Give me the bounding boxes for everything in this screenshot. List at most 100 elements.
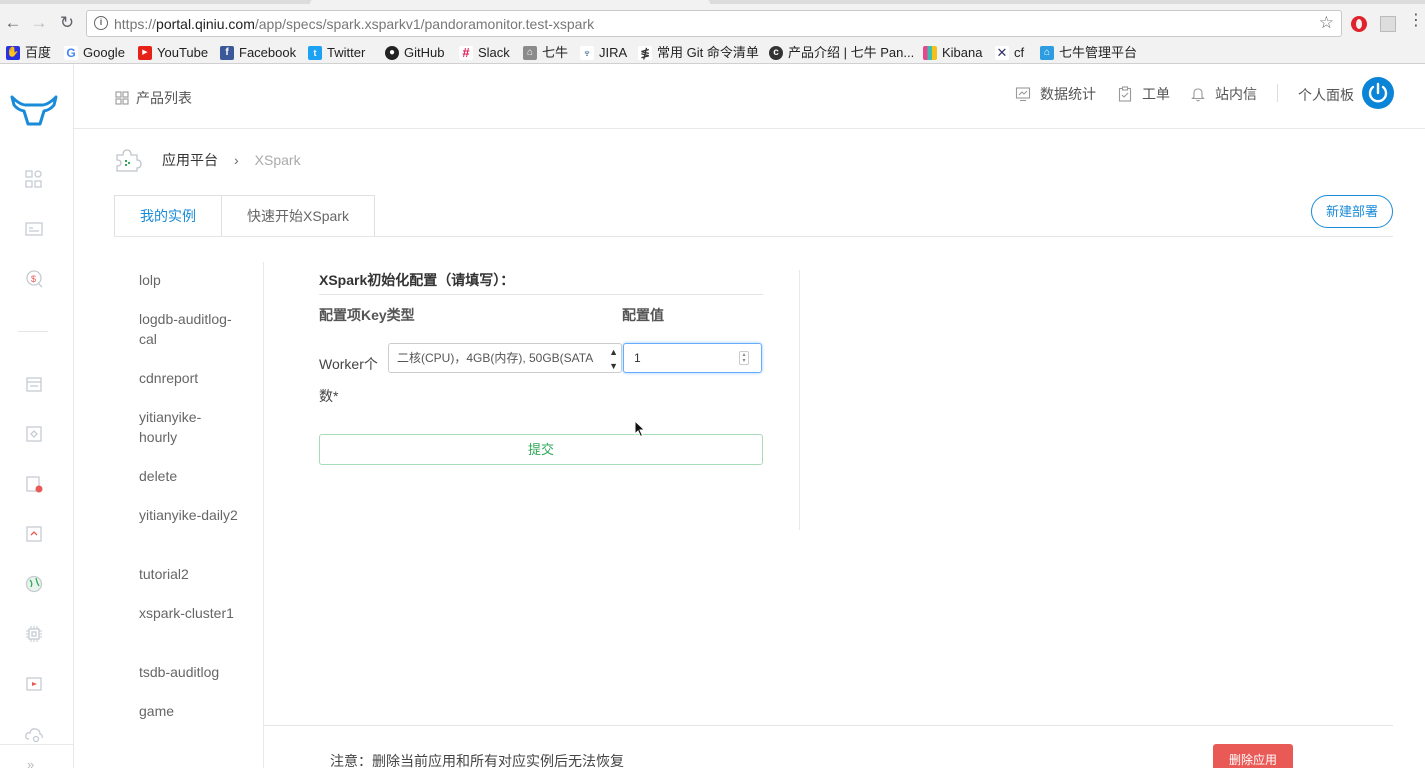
config-vertical-separator <box>799 270 800 530</box>
messages-link[interactable]: 站内信 <box>1190 84 1257 104</box>
expand-sidebar-icon[interactable]: » <box>27 757 34 768</box>
bookmark-facebook[interactable]: f Facebook <box>220 44 296 62</box>
qiniu-admin-icon: ⌂ <box>1040 46 1054 60</box>
bookmark-baidu[interactable]: ✋ 百度 <box>6 44 51 62</box>
data-stats-link[interactable]: 数据统计 <box>1015 84 1096 104</box>
qiniu-icon: ⌂ <box>523 46 537 60</box>
opera-extension-icon[interactable] <box>1351 16 1367 32</box>
tabs-divider <box>114 236 1393 237</box>
new-deploy-button[interactable]: 新建部署 <box>1311 195 1393 228</box>
config-title: XSpark初始化配置（请填写）： <box>319 272 515 288</box>
chip-icon[interactable] <box>24 624 44 644</box>
twitter-icon: t <box>308 46 322 60</box>
forward-icon[interactable]: → <box>28 12 50 34</box>
address-bar[interactable]: i https://portal.qiniu.com/app/specs/spa… <box>86 10 1342 37</box>
id-card-icon[interactable] <box>24 219 44 239</box>
stepper-icon[interactable]: ▴ ▾ <box>739 351 749 365</box>
list-item[interactable]: lolp <box>139 270 239 290</box>
google-icon: G <box>64 46 78 60</box>
breadcrumb-chevron-icon: › <box>234 152 239 168</box>
globe-icon[interactable] <box>24 574 44 594</box>
avatar[interactable] <box>1362 77 1394 109</box>
bookmark-jira[interactable]: ♆ JIRA <box>580 44 627 62</box>
facebook-icon: f <box>220 46 234 60</box>
list-item[interactable]: game <box>139 701 239 721</box>
browser-menu-icon[interactable]: ⋮ <box>1408 13 1424 29</box>
product-list-label: 产品列表 <box>136 90 192 106</box>
messages-label: 站内信 <box>1215 86 1257 102</box>
delete-notice: 注意：删除当前应用和所有对应实例后无法恢复 <box>330 753 624 768</box>
log-icon[interactable] <box>24 474 44 494</box>
ticket-label: 工单 <box>1142 86 1170 102</box>
bookmark-cf[interactable]: ✕ cf <box>995 44 1024 62</box>
top-header: 产品列表 数据统计 工单 站内信 个人面板 <box>74 65 1425 129</box>
power-icon <box>1368 82 1388 103</box>
bookmark-github[interactable]: ● GitHub <box>385 44 444 62</box>
bookmarks-bar: ✋ 百度 G Google ▶ YouTube f Facebook t Twitter … <box>0 42 1425 64</box>
puzzle-icon <box>116 149 142 172</box>
video-icon[interactable] <box>24 674 44 694</box>
config-divider <box>319 294 763 295</box>
processing-icon[interactable] <box>24 424 44 444</box>
personal-panel-label: 个人面板 <box>1298 87 1354 103</box>
qiniu-logo-icon[interactable] <box>10 93 58 127</box>
reload-icon[interactable]: ↻ <box>56 12 78 34</box>
list-item[interactable]: yitianyike-daily2 <box>139 505 239 525</box>
select-arrows-icon: ▲ ▼ <box>609 347 618 371</box>
billing-icon[interactable]: $ <box>24 269 44 289</box>
back-icon[interactable]: ← <box>2 12 24 34</box>
storage-icon[interactable] <box>24 374 44 394</box>
cloud-settings-icon[interactable] <box>24 724 44 744</box>
list-item[interactable]: cdnreport <box>139 368 239 388</box>
header-separator <box>1277 84 1278 102</box>
submit-button[interactable]: 提交 <box>319 434 763 465</box>
column-header-value: 配置值 <box>622 307 664 323</box>
breadcrumb: 应用平台 › XSpark <box>114 148 301 172</box>
bottom-divider <box>264 725 1393 726</box>
list-item[interactable]: tsdb-auditlog <box>139 662 239 682</box>
worker-count-label: Worker个数* <box>319 356 378 404</box>
kibana-icon <box>923 46 937 60</box>
data-stats-label: 数据统计 <box>1040 86 1096 102</box>
breadcrumb-xspark: XSpark <box>254 152 301 168</box>
mouse-cursor-icon <box>634 420 646 438</box>
list-item[interactable]: logdb-auditlog-cal <box>139 309 239 349</box>
bookmark-qiniu-admin[interactable]: ⌂ 七牛管理平台 <box>1040 44 1137 62</box>
site-info-icon[interactable]: i <box>94 16 108 30</box>
git-icon: ≸ <box>638 46 652 60</box>
personal-panel-link[interactable]: 个人面板 <box>1298 85 1354 105</box>
tab-quick-start[interactable]: 快速开始XSpark <box>221 195 375 237</box>
list-item[interactable]: delete <box>139 466 239 486</box>
bell-icon <box>1191 88 1205 102</box>
reader-extension-icon[interactable] <box>1380 16 1396 32</box>
list-item[interactable]: yitianyike-hourly <box>139 407 239 447</box>
bookmark-git-cheatsheet[interactable]: ≸ 常用 Git 命令清单 <box>638 44 759 62</box>
bookmark-pandora[interactable]: c 产品介绍 | 七牛 Pan... <box>769 44 914 62</box>
delete-app-button[interactable]: 删除应用 <box>1213 744 1293 768</box>
url-text: https://portal.qiniu.com/app/specs/spark… <box>114 16 595 32</box>
worker-type-value: 二核(CPU)，4GB(内存), 50GB(SATA <box>397 351 594 365</box>
products-grid-icon[interactable] <box>24 169 44 189</box>
bookmark-google[interactable]: G Google <box>64 44 125 62</box>
ticket-link[interactable]: 工单 <box>1117 84 1170 104</box>
pandora-icon: c <box>769 46 783 60</box>
bookmark-youtube[interactable]: ▶ YouTube <box>138 44 208 62</box>
report-icon[interactable] <box>24 524 44 544</box>
svg-text:$: $ <box>31 274 36 284</box>
breadcrumb-app-platform[interactable]: 应用平台 <box>162 150 218 170</box>
list-item[interactable]: xspark-cluster1 <box>139 603 239 623</box>
chart-icon <box>1015 87 1031 102</box>
bookmark-kibana[interactable]: Kibana <box>923 44 982 62</box>
jira-icon: ♆ <box>580 46 594 60</box>
browser-toolbar: ← → ↻ i https://portal.qiniu.com/app/spe… <box>0 4 1425 42</box>
worker-type-select[interactable]: 二核(CPU)，4GB(内存), 50GB(SATA ▲ ▼ <box>388 343 622 373</box>
clipboard-icon <box>1118 86 1132 102</box>
product-list-button[interactable]: 产品列表 <box>115 88 192 108</box>
bookmark-star-icon[interactable]: ☆ <box>1319 13 1334 33</box>
bookmark-qiniu[interactable]: ⌂ 七牛 <box>523 44 568 62</box>
bookmark-slack[interactable]: # Slack <box>459 44 510 62</box>
list-item[interactable]: tutorial2 <box>139 564 239 584</box>
tab-my-instances[interactable]: 我的实例 <box>114 195 222 237</box>
grid-icon <box>115 91 129 105</box>
bookmark-twitter[interactable]: t Twitter <box>308 44 365 62</box>
